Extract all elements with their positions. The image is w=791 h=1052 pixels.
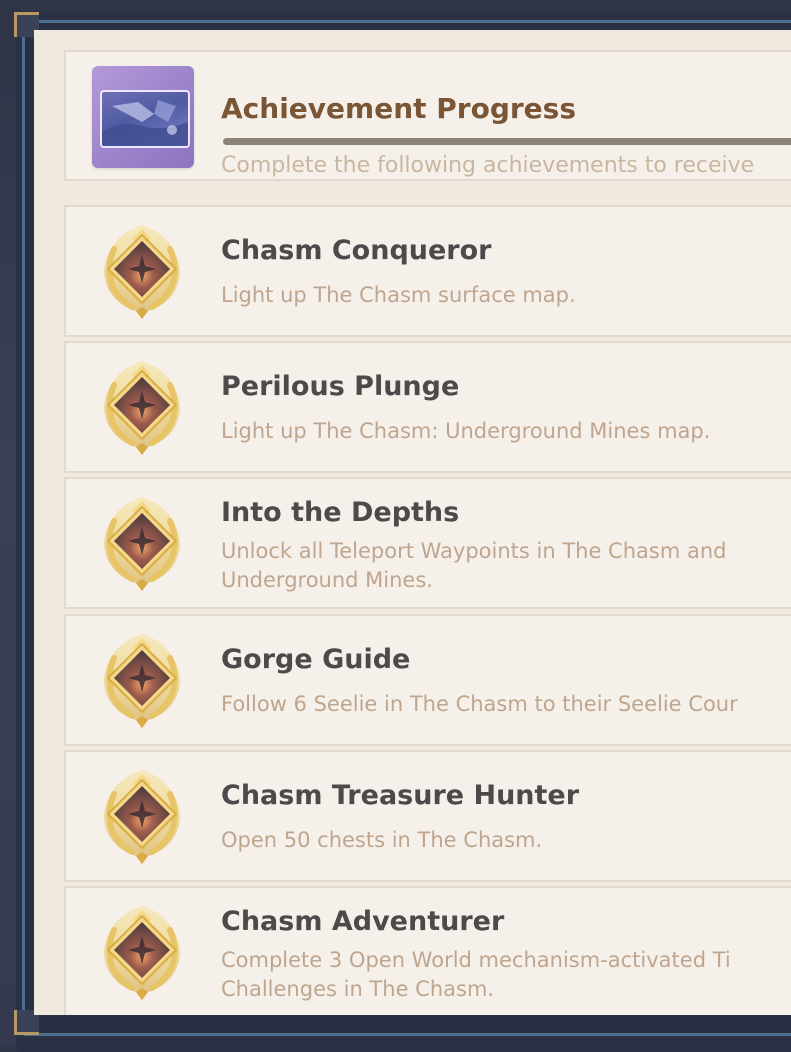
achievement-item[interactable]: Chasm Conqueror Light up The Chasm surfa… — [64, 205, 791, 337]
thumbnail-image — [100, 90, 190, 148]
description-line: Unlock all Teleport Waypoints in The Cha… — [221, 539, 727, 563]
description-line: Open 50 chests in The Chasm. — [221, 828, 543, 852]
achievement-description: Complete 3 Open World mechanism-activate… — [221, 946, 731, 1004]
achievement-description: Light up The Chasm surface map. — [221, 281, 576, 310]
gold-laurel-badge-icon — [92, 219, 192, 323]
description-line: Complete 3 Open World mechanism-activate… — [221, 948, 731, 972]
achievement-item[interactable]: Perilous Plunge Light up The Chasm: Unde… — [64, 341, 791, 473]
description-line: Light up The Chasm: Underground Mines ma… — [221, 419, 711, 443]
header-subtitle: Complete the following achievements to r… — [221, 153, 755, 178]
achievement-description: Follow 6 Seelie in The Chasm to their Se… — [221, 690, 738, 719]
achievement-item[interactable]: Chasm Treasure Hunter Open 50 chests in … — [64, 750, 791, 882]
achievement-title: Gorge Guide — [221, 644, 411, 675]
gold-laurel-badge-icon — [92, 355, 192, 459]
achievement-progress-bar — [223, 138, 791, 145]
achievement-description: Open 50 chests in The Chasm. — [221, 826, 542, 855]
achievement-item[interactable]: Gorge Guide Follow 6 Seelie in The Chasm… — [64, 614, 791, 746]
achievement-title: Perilous Plunge — [221, 371, 460, 402]
achievement-title: Chasm Treasure Hunter — [221, 780, 580, 811]
gold-laurel-badge-icon — [92, 764, 192, 868]
gold-laurel-badge-icon — [92, 628, 192, 732]
description-line: Challenges in The Chasm. — [221, 977, 495, 1001]
description-line: Light up The Chasm surface map. — [221, 283, 576, 307]
achievement-title: Chasm Adventurer — [221, 906, 505, 937]
page-title: Achievement Progress — [221, 92, 577, 125]
achievement-title: Chasm Conqueror — [221, 235, 492, 266]
achievement-panel: Achievement Progress Complete the follow… — [34, 30, 791, 1015]
description-line: Underground Mines. — [221, 568, 433, 592]
achievement-description: Unlock all Teleport Waypoints in The Cha… — [221, 537, 726, 595]
achievement-description: Light up The Chasm: Underground Mines ma… — [221, 417, 710, 446]
achievement-item[interactable]: Into the Depths Unlock all Teleport Wayp… — [64, 477, 791, 609]
achievement-series-thumbnail-icon — [92, 66, 194, 168]
achievement-progress-header: Achievement Progress Complete the follow… — [64, 50, 791, 181]
gold-laurel-badge-icon — [92, 900, 192, 1004]
achievement-item[interactable]: Chasm Adventurer Complete 3 Open World m… — [64, 886, 791, 1015]
achievement-title: Into the Depths — [221, 497, 460, 528]
gold-laurel-badge-icon — [92, 491, 192, 595]
description-line: Follow 6 Seelie in The Chasm to their Se… — [221, 692, 738, 716]
